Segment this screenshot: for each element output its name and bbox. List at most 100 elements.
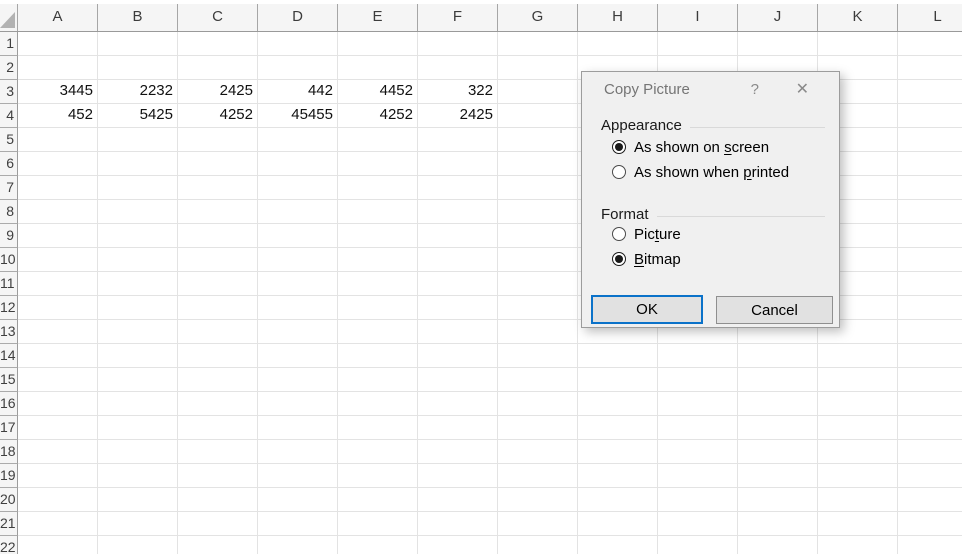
help-icon[interactable]: ? xyxy=(751,81,759,98)
cell-E12[interactable] xyxy=(338,296,418,320)
radio-as-shown-when-printed[interactable]: As shown when printed xyxy=(612,163,789,181)
cell-C15[interactable] xyxy=(178,368,258,392)
cell-I21[interactable] xyxy=(658,512,738,536)
cell-E5[interactable] xyxy=(338,128,418,152)
cell-F20[interactable] xyxy=(418,488,498,512)
cell-A15[interactable] xyxy=(18,368,98,392)
cell-K20[interactable] xyxy=(818,488,898,512)
cell-I22[interactable] xyxy=(658,536,738,554)
row-header-2[interactable]: 2 xyxy=(0,56,18,80)
cell-E6[interactable] xyxy=(338,152,418,176)
row-header-5[interactable]: 5 xyxy=(0,128,18,152)
cell-D7[interactable] xyxy=(258,176,338,200)
cell-G5[interactable] xyxy=(498,128,578,152)
row-header-22[interactable]: 22 xyxy=(0,536,18,554)
cell-D4[interactable]: 45455 xyxy=(258,104,338,128)
cell-J14[interactable] xyxy=(738,344,818,368)
row-header-18[interactable]: 18 xyxy=(0,440,18,464)
cell-E18[interactable] xyxy=(338,440,418,464)
cell-G15[interactable] xyxy=(498,368,578,392)
row-header-21[interactable]: 21 xyxy=(0,512,18,536)
cell-G22[interactable] xyxy=(498,536,578,554)
cell-B2[interactable] xyxy=(98,56,178,80)
radio-selected-icon[interactable] xyxy=(612,252,626,266)
cell-A6[interactable] xyxy=(18,152,98,176)
row-header-8[interactable]: 8 xyxy=(0,200,18,224)
cell-B3[interactable]: 2232 xyxy=(98,80,178,104)
cell-A12[interactable] xyxy=(18,296,98,320)
cell-H20[interactable] xyxy=(578,488,658,512)
cell-C6[interactable] xyxy=(178,152,258,176)
cell-B18[interactable] xyxy=(98,440,178,464)
cell-B1[interactable] xyxy=(98,32,178,56)
column-header-J[interactable]: J xyxy=(738,4,818,31)
cell-A16[interactable] xyxy=(18,392,98,416)
cell-F6[interactable] xyxy=(418,152,498,176)
cell-E8[interactable] xyxy=(338,200,418,224)
cell-C16[interactable] xyxy=(178,392,258,416)
cell-L10[interactable] xyxy=(898,248,962,272)
cell-G19[interactable] xyxy=(498,464,578,488)
row-header-10[interactable]: 10 xyxy=(0,248,18,272)
cell-A18[interactable] xyxy=(18,440,98,464)
row-header-1[interactable]: 1 xyxy=(0,32,18,56)
cell-L11[interactable] xyxy=(898,272,962,296)
row-header-7[interactable]: 7 xyxy=(0,176,18,200)
cell-I16[interactable] xyxy=(658,392,738,416)
cell-E19[interactable] xyxy=(338,464,418,488)
cell-G10[interactable] xyxy=(498,248,578,272)
row-header-17[interactable]: 17 xyxy=(0,416,18,440)
cell-L20[interactable] xyxy=(898,488,962,512)
cell-D6[interactable] xyxy=(258,152,338,176)
radio-bitmap[interactable]: Bitmap xyxy=(612,250,681,268)
cell-J20[interactable] xyxy=(738,488,818,512)
cell-D16[interactable] xyxy=(258,392,338,416)
column-header-G[interactable]: G xyxy=(498,4,578,31)
cell-A9[interactable] xyxy=(18,224,98,248)
cell-C1[interactable] xyxy=(178,32,258,56)
cell-D5[interactable] xyxy=(258,128,338,152)
cell-G17[interactable] xyxy=(498,416,578,440)
cell-L15[interactable] xyxy=(898,368,962,392)
column-header-F[interactable]: F xyxy=(418,4,498,31)
column-header-K[interactable]: K xyxy=(818,4,898,31)
column-header-A[interactable]: A xyxy=(18,4,98,31)
cell-F11[interactable] xyxy=(418,272,498,296)
cell-G20[interactable] xyxy=(498,488,578,512)
cell-L12[interactable] xyxy=(898,296,962,320)
cell-K17[interactable] xyxy=(818,416,898,440)
column-header-I[interactable]: I xyxy=(658,4,738,31)
close-icon[interactable]: ✕ xyxy=(796,79,809,99)
cell-B10[interactable] xyxy=(98,248,178,272)
cell-A22[interactable] xyxy=(18,536,98,554)
row-header-16[interactable]: 16 xyxy=(0,392,18,416)
cell-A8[interactable] xyxy=(18,200,98,224)
cell-B20[interactable] xyxy=(98,488,178,512)
cell-J15[interactable] xyxy=(738,368,818,392)
cell-H1[interactable] xyxy=(578,32,658,56)
cell-H14[interactable] xyxy=(578,344,658,368)
cell-H19[interactable] xyxy=(578,464,658,488)
row-header-15[interactable]: 15 xyxy=(0,368,18,392)
cell-J16[interactable] xyxy=(738,392,818,416)
cell-J21[interactable] xyxy=(738,512,818,536)
column-header-D[interactable]: D xyxy=(258,4,338,31)
cell-L21[interactable] xyxy=(898,512,962,536)
cell-D9[interactable] xyxy=(258,224,338,248)
row-header-12[interactable]: 12 xyxy=(0,296,18,320)
cell-E1[interactable] xyxy=(338,32,418,56)
column-header-B[interactable]: B xyxy=(98,4,178,31)
cell-C9[interactable] xyxy=(178,224,258,248)
cell-E9[interactable] xyxy=(338,224,418,248)
cell-A10[interactable] xyxy=(18,248,98,272)
cell-A5[interactable] xyxy=(18,128,98,152)
cell-A19[interactable] xyxy=(18,464,98,488)
column-header-L[interactable]: L xyxy=(898,4,962,31)
radio-unselected-icon[interactable] xyxy=(612,165,626,179)
cell-F1[interactable] xyxy=(418,32,498,56)
cell-C17[interactable] xyxy=(178,416,258,440)
cell-F10[interactable] xyxy=(418,248,498,272)
cell-L6[interactable] xyxy=(898,152,962,176)
cell-B4[interactable]: 5425 xyxy=(98,104,178,128)
cell-H17[interactable] xyxy=(578,416,658,440)
